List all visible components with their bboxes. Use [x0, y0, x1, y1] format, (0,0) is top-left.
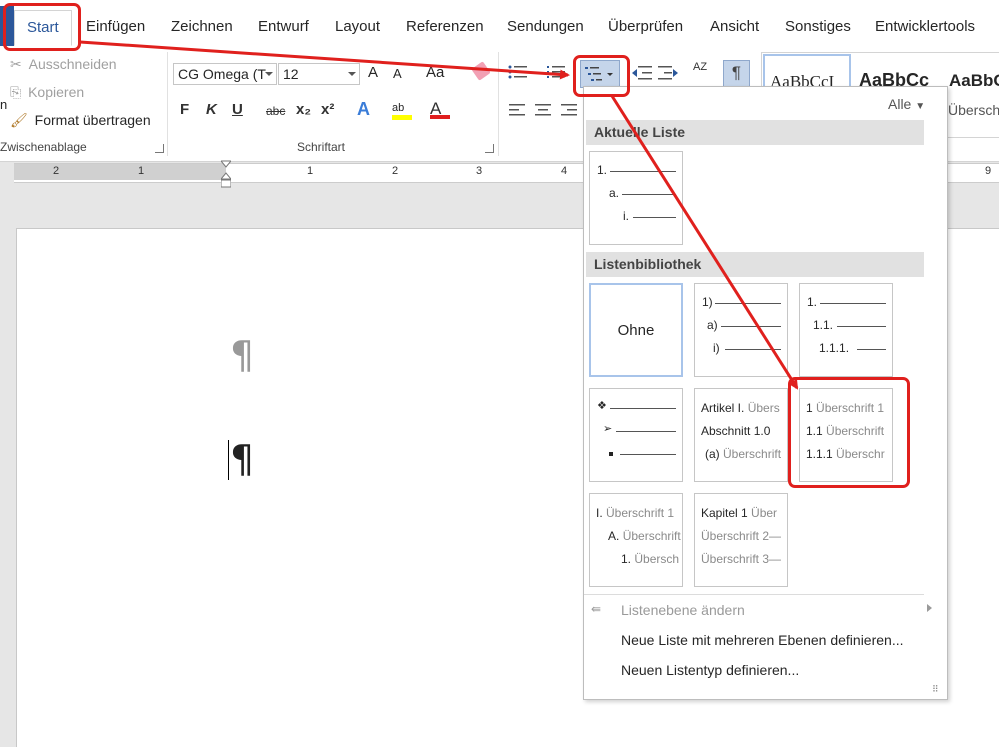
arrow-to-multilevel-button	[79, 40, 570, 80]
arrow-to-heading-list	[610, 95, 799, 390]
annotation-arrows	[79, 40, 799, 390]
